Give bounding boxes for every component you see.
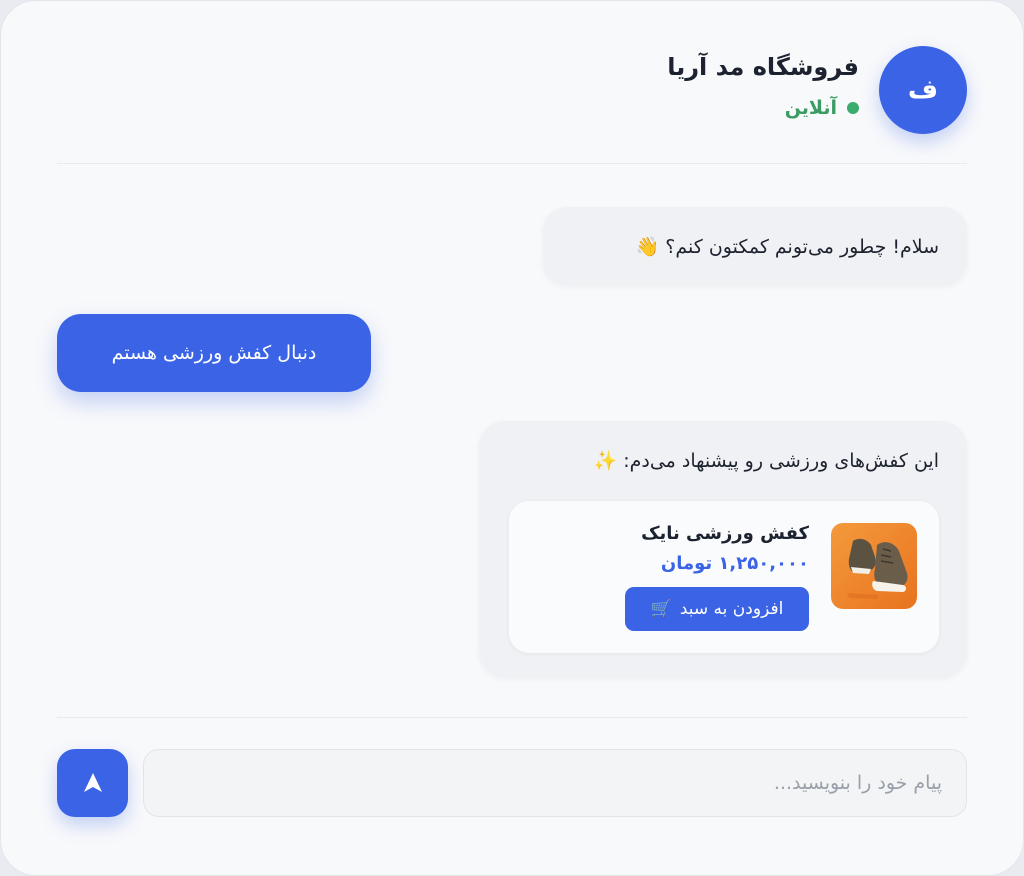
add-to-cart-label: افزودن به سبد — [679, 599, 784, 619]
message-input[interactable] — [143, 749, 967, 817]
user-message: دنبال کفش ورزشی هستم — [57, 314, 371, 392]
message-composer — [57, 717, 967, 838]
store-avatar: ف — [879, 46, 967, 134]
send-icon — [83, 773, 102, 792]
store-name: فروشگاه مد آریا — [667, 53, 859, 81]
status-label: آنلاین — [784, 97, 837, 119]
add-to-cart-button[interactable]: افزودن به سبد 🛒 — [625, 587, 809, 631]
product-price: ۱,۲۵۰,۰۰۰ تومان — [660, 553, 809, 574]
product-card[interactable]: کفش ورزشی نایک ۱,۲۵۰,۰۰۰ تومان افزودن به… — [509, 501, 939, 653]
cart-icon: 🛒 — [650, 599, 672, 619]
status-indicator: آنلاین — [785, 97, 859, 119]
greeting-text: سلام! چطور می‌تونم کمکتون کنم؟ 👋 — [635, 235, 939, 258]
user-message-text: دنبال کفش ورزشی هستم — [111, 342, 317, 364]
bot-message-suggestion: این کفش‌های ورزشی رو پیشنهاد می‌دم: ✨ — [479, 421, 967, 677]
bot-message-greeting: سلام! چطور می‌تونم کمکتون کنم؟ 👋 — [543, 207, 967, 285]
online-dot-icon — [847, 102, 859, 114]
send-button[interactable] — [57, 749, 128, 817]
product-image[interactable] — [831, 523, 917, 609]
chat-header: ف فروشگاه مد آریا آنلاین — [57, 1, 967, 164]
product-name: کفش ورزشی نایک — [641, 523, 809, 544]
chat-window: ف فروشگاه مد آریا آنلاین سلام! چطور می‌ت… — [0, 0, 1024, 876]
suggestion-text: این کفش‌های ورزشی رو پیشنهاد می‌دم: ✨ — [593, 450, 939, 472]
